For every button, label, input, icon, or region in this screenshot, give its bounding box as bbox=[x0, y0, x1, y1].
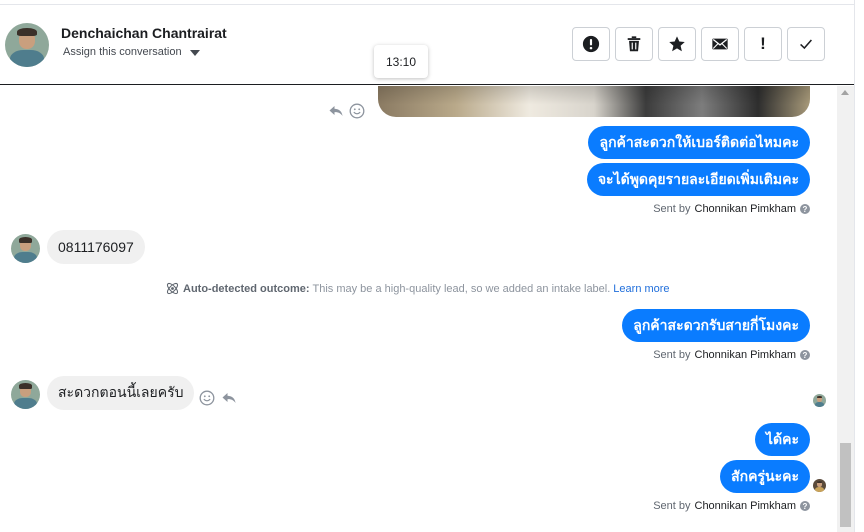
alert-circle-icon bbox=[582, 35, 600, 53]
emoji-react-icon[interactable] bbox=[199, 390, 215, 406]
help-icon[interactable]: ? bbox=[800, 204, 810, 214]
outgoing-message[interactable]: สักครู่นะคะ bbox=[720, 460, 810, 493]
customer-avatar[interactable] bbox=[11, 380, 40, 409]
sent-by-label: Sent by Chonnikan Pimkham ? bbox=[653, 500, 810, 512]
scroll-up-arrow-icon[interactable] bbox=[841, 90, 849, 95]
sent-by-prefix: Sent by bbox=[653, 349, 691, 361]
message-time-tooltip: 13:10 bbox=[374, 45, 428, 78]
customer-avatar[interactable] bbox=[11, 234, 40, 263]
agent-name: Chonnikan Pimkham bbox=[694, 349, 797, 361]
exclamation-icon: ! bbox=[760, 34, 766, 53]
reply-icon[interactable] bbox=[221, 390, 237, 406]
scrollbar-thumb[interactable] bbox=[840, 443, 851, 527]
thread-scrollbar[interactable] bbox=[837, 86, 854, 532]
sent-by-label: Sent by Chonnikan Pimkham ? bbox=[653, 203, 810, 215]
agent-name: Chonnikan Pimkham bbox=[694, 203, 797, 215]
outgoing-message[interactable]: จะได้พูดคุยรายละเอียดเพิ่มเติมคะ bbox=[586, 163, 810, 196]
window-edge bbox=[854, 0, 864, 532]
reply-icon[interactable] bbox=[328, 103, 344, 119]
sent-by-label: Sent by Chonnikan Pimkham ? bbox=[653, 349, 810, 361]
contact-avatar[interactable] bbox=[5, 23, 49, 67]
assign-conversation-dropdown[interactable]: Assign this conversation bbox=[63, 46, 200, 58]
message-thread[interactable]: ลูกค้าสะดวกให้เบอร์ติดต่อไหมคะ จะได้พูดค… bbox=[0, 86, 836, 532]
assign-label: Assign this conversation bbox=[63, 46, 182, 58]
sent-by-prefix: Sent by bbox=[653, 203, 691, 215]
image-attachment[interactable] bbox=[378, 86, 810, 117]
incoming-message[interactable]: สะดวกตอนนี้เลยครับ bbox=[47, 376, 195, 410]
contact-name[interactable]: Denchaichan Chantrairat bbox=[61, 25, 227, 41]
auto-detected-outcome-notice: Auto-detected outcome: This may be a hig… bbox=[165, 281, 670, 296]
seen-by-avatar bbox=[813, 479, 826, 492]
auto-outcome-text: This may be a high-quality lead, so we a… bbox=[312, 282, 611, 295]
outgoing-message[interactable]: ลูกค้าสะดวกรับสายกี่โมงคะ bbox=[622, 309, 810, 342]
mark-done-button[interactable] bbox=[787, 27, 825, 61]
delete-button[interactable] bbox=[615, 27, 653, 61]
messenger-conversation: Denchaichan Chantrairat Assign this conv… bbox=[0, 0, 864, 532]
star-icon bbox=[669, 36, 685, 52]
checkmark-icon bbox=[800, 39, 812, 50]
caret-down-icon bbox=[189, 49, 200, 56]
mark-unread-button[interactable] bbox=[701, 27, 739, 61]
follow-up-button[interactable]: ! bbox=[744, 27, 782, 61]
mark-spam-button[interactable] bbox=[572, 27, 610, 61]
outgoing-message[interactable]: ได้คะ bbox=[754, 423, 810, 456]
auto-outcome-title: Auto-detected outcome: bbox=[183, 282, 310, 295]
envelope-icon bbox=[712, 38, 728, 50]
atom-icon bbox=[166, 282, 179, 295]
agent-name: Chonnikan Pimkham bbox=[694, 500, 797, 512]
incoming-message[interactable]: 0811176097 bbox=[47, 230, 145, 264]
outgoing-message[interactable]: ลูกค้าสะดวกให้เบอร์ติดต่อไหมคะ bbox=[588, 126, 810, 159]
trash-icon bbox=[627, 36, 641, 52]
help-icon[interactable]: ? bbox=[800, 501, 810, 511]
seen-by-avatar bbox=[813, 394, 826, 407]
header-divider bbox=[0, 0, 854, 5]
sent-by-prefix: Sent by bbox=[653, 500, 691, 512]
help-icon[interactable]: ? bbox=[800, 350, 810, 360]
conversation-actions-toolbar: ! bbox=[572, 27, 825, 61]
star-button[interactable] bbox=[658, 27, 696, 61]
learn-more-link[interactable]: Learn more bbox=[613, 283, 669, 295]
emoji-react-icon[interactable] bbox=[349, 103, 365, 119]
